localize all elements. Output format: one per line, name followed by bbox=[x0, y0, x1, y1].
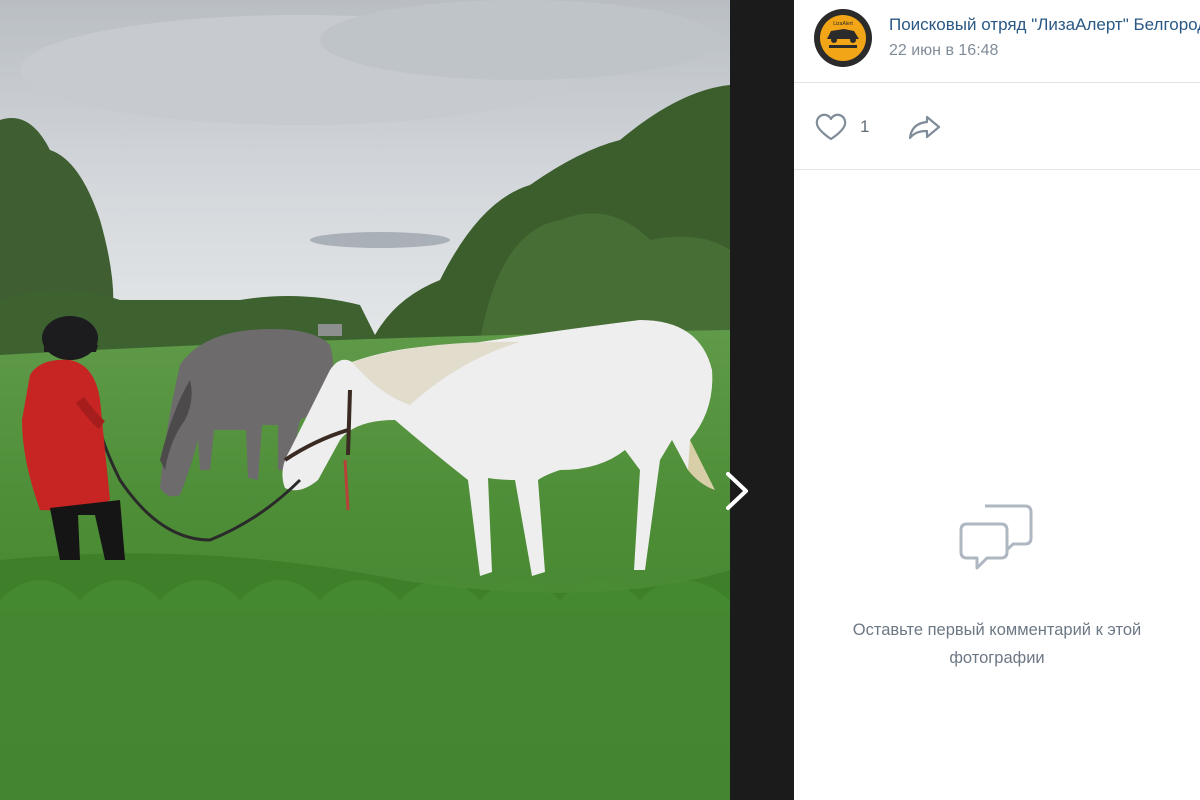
avatar-text: LizaAlert bbox=[833, 21, 853, 27]
post-date[interactable]: 22 июн в 16:48 bbox=[889, 42, 998, 60]
next-photo-button[interactable] bbox=[722, 470, 754, 512]
post-author[interactable]: Поисковый отряд "ЛизаАлерт" Белгородская… bbox=[889, 15, 1200, 35]
post-side-panel: LizaAlert Поисковый отряд "ЛизаАлерт" Бе… bbox=[794, 0, 1200, 800]
comment-bubbles-icon bbox=[959, 504, 1033, 570]
avatar-logo: LizaAlert bbox=[814, 9, 872, 67]
comments-empty-text: Оставьте первый комментарий к этой фотог… bbox=[852, 621, 1142, 667]
post-header: LizaAlert Поисковый отряд "ЛизаАлерт" Бе… bbox=[794, 0, 1200, 83]
heart-icon bbox=[815, 113, 847, 141]
like-count: 1 bbox=[860, 117, 870, 136]
photo-viewer[interactable] bbox=[0, 0, 730, 800]
chevron-right-icon bbox=[726, 472, 748, 510]
comments-empty-state: Оставьте первый комментарий к этой фотог… bbox=[794, 500, 1200, 672]
author-avatar[interactable]: LizaAlert bbox=[814, 9, 872, 67]
post-actions: 1 bbox=[794, 83, 1200, 170]
share-arrow-icon bbox=[908, 115, 941, 140]
horses-photo bbox=[0, 0, 730, 800]
photo-gutter bbox=[730, 0, 794, 800]
like-button[interactable]: 1 bbox=[814, 111, 869, 143]
share-button[interactable] bbox=[907, 111, 943, 143]
